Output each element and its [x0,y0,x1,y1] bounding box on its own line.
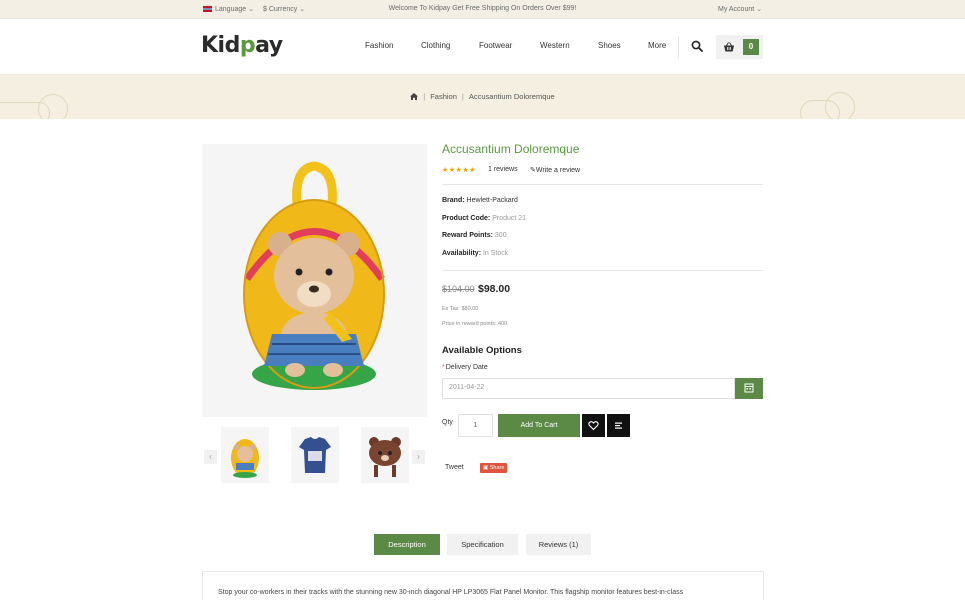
calendar-button[interactable] [735,378,763,399]
compare-button[interactable] [607,414,630,437]
compare-icon [615,422,622,429]
add-to-cart-button[interactable]: Add To Cart [498,414,580,437]
top-bar: Language ⌄ $ Currency ⌄ Welcome To Kidpay … [0,0,965,19]
spec-label: Reward Points: [442,232,493,239]
thumbnail-tshirt[interactable] [291,427,339,483]
cart-button[interactable]: 0 [716,35,763,59]
breadcrumb-separator: | [461,92,464,101]
nav-fashion[interactable]: Fashion [365,41,393,50]
spec-label: Availability: [442,250,482,257]
reviews-link[interactable]: 1 reviews [488,166,518,173]
thumbnail-next-button[interactable]: › [412,450,425,464]
old-price: $104.00 [442,284,475,294]
share-icon: ▣ [483,465,489,471]
spec-brand: Brand: Hewlett-Packard [442,197,518,204]
breadcrumb: | Fashion | Accusantium Doloremque [0,92,965,101]
delivery-date-input[interactable]: 2011-04-22 [442,378,735,399]
tab-reviews[interactable]: Reviews (1) [526,534,591,555]
thumbnail-bear-hat[interactable] [361,427,409,483]
logo-text-accent: p [239,33,256,58]
tab-specification[interactable]: Specification [447,534,518,555]
qty-label: Qty [442,419,453,426]
breadcrumb-banner: | Fashion | Accusantium Doloremque [0,74,965,119]
write-review-label: Write a review [535,167,581,174]
chevron-down-icon: ⌄ [756,6,763,13]
bear-hat-thumbnail-image [369,437,401,477]
chevron-left-icon: ‹ [209,452,212,461]
divider [442,184,763,185]
reward-points-note: Price in reward points: 400 [442,321,508,327]
thumbnail-backpack[interactable] [221,427,269,483]
nav-shoes[interactable]: Shoes [598,41,621,50]
chevron-right-icon: › [417,452,420,461]
product-main-image[interactable] [202,144,427,417]
delivery-date-text: Delivery Date [445,364,488,371]
cart-count-badge: 0 [743,39,759,55]
logo-text-start: Kid [201,33,240,58]
spec-value: 300 [494,232,507,239]
divider [442,270,763,271]
breadcrumb-separator: | [423,92,426,101]
write-review-link[interactable]: ✎Write a review [530,166,580,174]
current-price: $98.00 [478,283,511,295]
calendar-icon [744,383,754,393]
spec-product-code: Product Code: Product 21 [442,215,526,222]
spec-value: In Stock [482,250,509,257]
nav-clothing[interactable]: Clothing [421,41,450,50]
qty-input[interactable]: 1 [458,414,493,437]
spec-label: Brand: [442,197,465,204]
welcome-message: Welcome To Kidpay Get Free Shipping On O… [0,5,965,12]
header-divider [678,36,679,58]
heart-icon [588,421,599,431]
spec-label: Product Code: [442,215,491,222]
rating-stars: ★★★★★ [442,167,476,174]
product-title: Accusantium Doloremque [442,142,580,156]
header: Kidpay Fashion Clothing Footwear Western… [0,20,965,74]
delivery-date-label: *Delivery Date [442,364,488,371]
logo[interactable]: Kidpay [201,33,283,58]
brand-link[interactable]: Hewlett-Packard [467,197,518,204]
home-icon[interactable] [410,93,419,100]
basket-icon [724,42,734,52]
description-text: Stop your co-workers in their tracks wit… [218,589,684,596]
nav-more[interactable]: More [648,41,666,50]
nav-footwear[interactable]: Footwear [479,41,512,50]
spec-value: Product 21 [492,215,527,222]
share-label: Share [489,465,505,471]
backpack-image [243,161,385,390]
logo-text-end: ay [255,33,283,58]
tweet-button[interactable]: Tweet [445,464,464,471]
spec-reward-points: Reward Points: 300 [442,232,507,239]
wishlist-button[interactable] [582,414,605,437]
spec-availability: Availability: In Stock [442,250,508,257]
required-marker: * [442,364,445,371]
search-icon[interactable] [691,40,703,52]
welcome-text: Welcome To Kidpay Get Free Shipping On O… [388,5,577,12]
my-account-menu[interactable]: My Account ⌄ [718,5,762,13]
breadcrumb-current[interactable]: Accusantium Doloremque [469,92,555,101]
available-options-heading: Available Options [442,345,522,356]
share-button[interactable]: ▣ Share [480,463,507,473]
tshirt-thumbnail-image [299,437,331,473]
thumbnail-prev-button[interactable]: ‹ [204,450,217,464]
backpack-thumbnail-image [231,439,259,478]
nav-western[interactable]: Western [540,41,570,50]
my-account-label: My Account [718,6,755,13]
ex-tax-note: Ex Tax: $80.00 [442,306,479,312]
tab-description[interactable]: Description [374,534,440,555]
description-panel: Stop your co-workers in their tracks wit… [202,571,764,600]
breadcrumb-fashion[interactable]: Fashion [430,92,457,101]
